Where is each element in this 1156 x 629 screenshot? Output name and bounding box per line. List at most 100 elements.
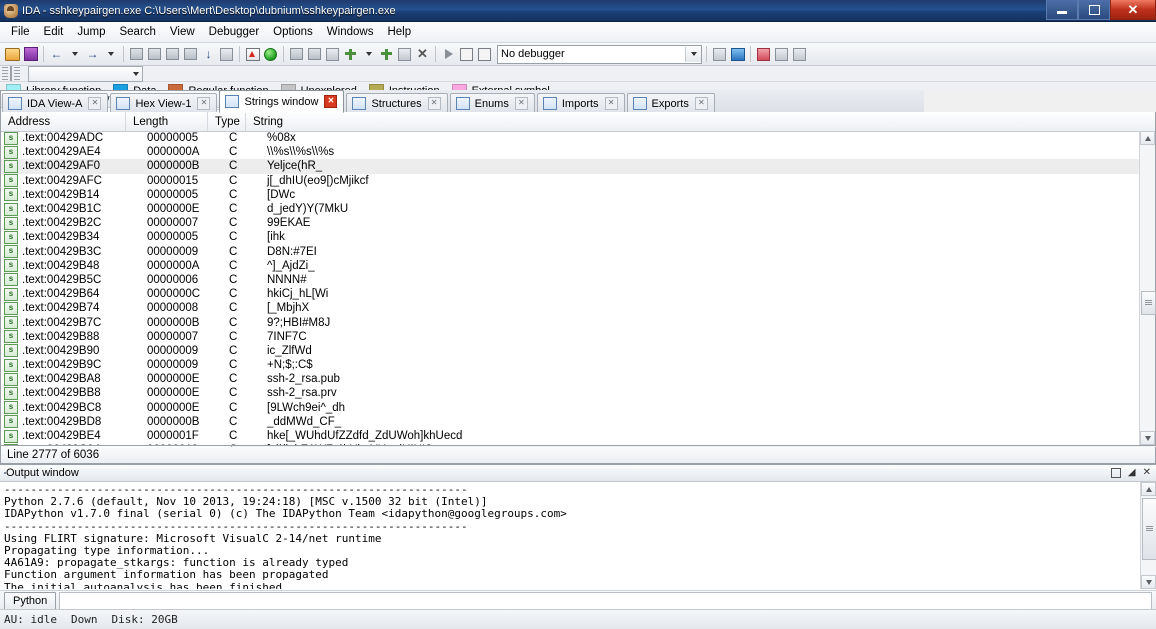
nav-forward-dropdown-icon[interactable] (102, 45, 119, 63)
table-row[interactable]: s.text:00429B9000000009Cic_ZlfWd (1, 344, 1140, 358)
tab-hex-view-1[interactable]: Hex View-1✕ (110, 93, 217, 113)
navigation-band[interactable] (10, 66, 12, 81)
menu-file[interactable]: File (4, 24, 37, 40)
output-scroll-thumb[interactable] (1142, 498, 1156, 560)
table-row[interactable]: s.text:00429AE40000000AC\\%s\\%s\\%s (1, 145, 1140, 159)
menu-jump[interactable]: Jump (70, 24, 112, 40)
toolbar-grip[interactable] (14, 67, 20, 80)
pin-dropdown-icon[interactable] (360, 45, 377, 63)
tab-exports[interactable]: Exports✕ (627, 93, 715, 113)
python-mode-button[interactable]: Python (4, 592, 56, 610)
output-vscrollbar[interactable] (1140, 482, 1156, 589)
table-row[interactable]: s.text:00429B3C00000009CD8N:#7EI (1, 245, 1140, 259)
python-command-input[interactable] (59, 592, 1152, 610)
run-icon[interactable] (440, 45, 457, 63)
output-restore-icon[interactable] (1111, 468, 1121, 478)
tab-imports[interactable]: Imports✕ (537, 93, 625, 113)
column-header-type[interactable]: Type (208, 112, 246, 131)
graph-toggle-icon[interactable] (711, 45, 728, 63)
tab-strings-window[interactable]: Strings window✕ (219, 90, 344, 113)
strings-scroll-thumb[interactable] (1141, 291, 1156, 315)
tab-close-icon[interactable]: ✕ (324, 95, 337, 108)
column-header-length[interactable]: Length (126, 112, 208, 131)
tab-close-icon[interactable]: ✕ (197, 97, 210, 110)
undo-icon[interactable] (218, 45, 235, 63)
table-row[interactable]: s.text:00429ADC00000005C%08x (1, 131, 1140, 145)
minimize-button[interactable] (1046, 0, 1078, 20)
output-log[interactable]: ----------------------------------------… (0, 482, 1141, 589)
scroll-up-icon[interactable] (1140, 131, 1155, 145)
table-row[interactable]: s.text:00429BA80000000ECssh-2_rsa.pub (1, 372, 1140, 386)
code-block-4-icon[interactable] (182, 45, 199, 63)
menu-edit[interactable]: Edit (37, 24, 71, 40)
menu-search[interactable]: Search (112, 24, 162, 40)
tab-ida-view-a[interactable]: IDA View-A✕ (2, 93, 108, 113)
tab-close-icon[interactable]: ✕ (428, 97, 441, 110)
nav-forward-icon[interactable]: → (84, 45, 101, 63)
nav-back-dropdown-icon[interactable] (66, 45, 83, 63)
xrefs-icon[interactable] (396, 45, 413, 63)
trace-icon[interactable] (791, 45, 808, 63)
table-row[interactable]: s.text:00429BB80000000ECssh-2_rsa.prv (1, 386, 1140, 400)
chevron-down-icon[interactable] (685, 47, 701, 62)
scroll-down-icon[interactable] (1140, 431, 1155, 445)
open-file-icon[interactable] (4, 45, 21, 63)
toolbar-grip[interactable] (2, 67, 8, 80)
tab-close-icon[interactable]: ✕ (695, 97, 708, 110)
table-row[interactable]: s.text:00429B480000000AC^]_AjdZi_ (1, 259, 1140, 273)
code-block-3-icon[interactable] (164, 45, 181, 63)
pause-icon[interactable] (458, 45, 475, 63)
table-row[interactable]: s.text:00429AFC00000015Cj[_dhIU(eo9[)cMj… (1, 174, 1140, 188)
menu-options[interactable]: Options (266, 24, 320, 40)
down-arrow-icon[interactable]: ↓ (200, 45, 217, 63)
table-row[interactable]: s.text:00429BD80000000BC_ddMWd_CF_ (1, 415, 1140, 429)
menu-debugger[interactable]: Debugger (202, 24, 267, 40)
debugger-select[interactable]: No debugger (497, 45, 702, 64)
tab-close-icon[interactable]: ✕ (88, 97, 101, 110)
table-row[interactable]: s.text:00429B1C0000000ECd_jedY)Y(7MkU (1, 202, 1140, 216)
menu-windows[interactable]: Windows (320, 24, 381, 40)
table-row[interactable]: s.text:00429BE40000001FChke[_WUhdUfZZdfd… (1, 429, 1140, 443)
table-row[interactable]: s.text:00429B2C00000007C99EKAE (1, 216, 1140, 230)
code-block-2-icon[interactable] (146, 45, 163, 63)
table-row[interactable]: s.text:00429B3400000005C[ihk (1, 230, 1140, 244)
table-row[interactable]: s.text:00429B9C00000009C+N;$;:C$ (1, 358, 1140, 372)
scroll-down-icon[interactable] (1141, 575, 1156, 589)
flag-marker-icon[interactable] (244, 45, 261, 63)
green-circle-icon[interactable] (262, 45, 279, 63)
refresh-icon[interactable] (729, 45, 746, 63)
column-header-string[interactable]: String (246, 112, 1155, 131)
menu-view[interactable]: View (163, 24, 202, 40)
strings-vscrollbar[interactable] (1139, 131, 1155, 445)
breakpoint-icon[interactable] (773, 45, 790, 63)
strings-rows[interactable]: s.text:00429ADC00000005C%08xs.text:00429… (1, 131, 1140, 445)
structure-view-icon[interactable] (755, 45, 772, 63)
tab-close-icon[interactable]: ✕ (605, 97, 618, 110)
tab-close-icon[interactable]: ✕ (515, 97, 528, 110)
call-graph-2-icon[interactable] (306, 45, 323, 63)
column-header-address[interactable]: Address (1, 112, 126, 131)
tab-structures[interactable]: Structures✕ (346, 93, 447, 113)
table-row[interactable]: s.text:00429B640000000CChkiCj_hL[Wi (1, 287, 1140, 301)
call-graph-3-icon[interactable] (324, 45, 341, 63)
menu-help[interactable]: Help (380, 24, 418, 40)
call-graph-1-icon[interactable] (288, 45, 305, 63)
save-file-icon[interactable] (22, 45, 39, 63)
pin-icon[interactable] (342, 45, 359, 63)
quick-view-icon[interactable] (378, 45, 395, 63)
scroll-up-icon[interactable] (1141, 482, 1156, 496)
delete-icon[interactable]: ✕ (414, 45, 431, 63)
table-row[interactable]: s.text:00429B7C0000000BC9?;HBI#M8J (1, 315, 1140, 329)
tab-enums[interactable]: Enums✕ (450, 93, 535, 113)
output-close-icon[interactable]: ✕ (1143, 468, 1151, 478)
output-dock-icon[interactable]: ◢ (1128, 468, 1136, 478)
nav-back-icon[interactable]: ← (48, 45, 65, 63)
table-row[interactable]: s.text:00429BC80000000EC[9LWch9ei^_dh (1, 401, 1140, 415)
table-row[interactable]: s.text:00429B7400000008C[_MbjhX (1, 301, 1140, 315)
table-row[interactable]: s.text:00429B8800000007C7INF7C (1, 330, 1140, 344)
close-button[interactable]: ✕ (1110, 0, 1156, 20)
table-row[interactable]: s.text:00429B1400000005C[DWc (1, 188, 1140, 202)
table-row[interactable]: s.text:00429B5C00000006CNNNN# (1, 273, 1140, 287)
stop-icon[interactable] (476, 45, 493, 63)
navband-dropdown[interactable] (28, 66, 143, 82)
